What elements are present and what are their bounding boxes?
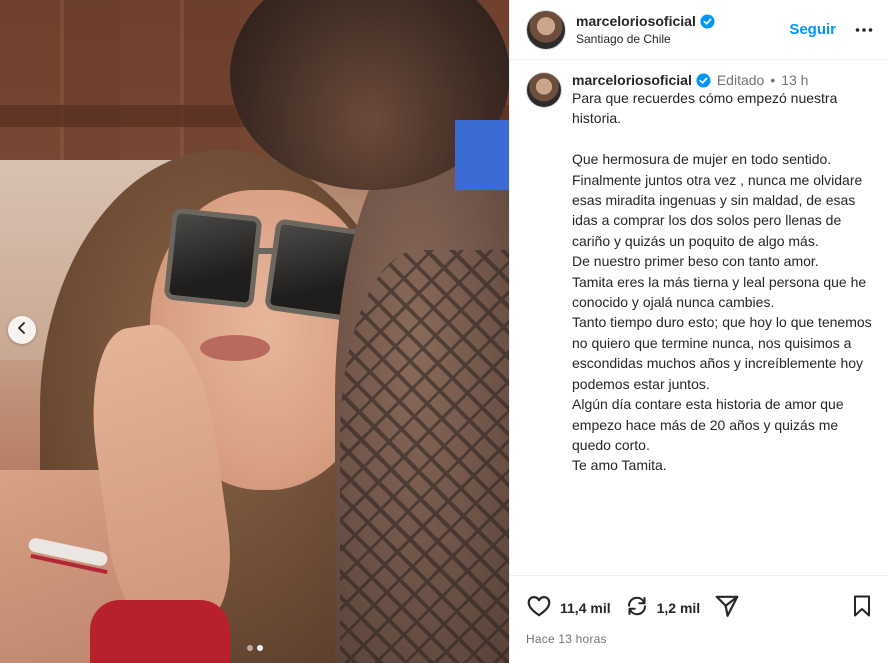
repost-count[interactable]: 1,2 mil	[657, 600, 701, 616]
bookmark-icon	[850, 594, 874, 623]
save-button[interactable]	[850, 594, 874, 623]
instagram-post: marceloriosoficial Santiago de Chile Seg…	[0, 0, 888, 663]
chevron-left-icon	[16, 321, 28, 339]
meta-separator: •	[770, 72, 776, 88]
photo-tattoo	[340, 250, 509, 663]
like-count[interactable]: 11,4 mil	[560, 600, 611, 616]
carousel-dot	[247, 645, 253, 651]
follow-button[interactable]: Seguir	[789, 21, 836, 38]
caption-avatar[interactable]	[526, 72, 562, 108]
heart-icon	[526, 593, 552, 624]
avatar[interactable]	[526, 9, 566, 50]
photo-blue-shirt	[455, 120, 509, 190]
username-link[interactable]: marceloriosoficial	[576, 13, 696, 29]
repost-button[interactable]: 1,2 mil	[625, 594, 701, 623]
photo-lips	[200, 335, 270, 361]
post-time[interactable]: 13 h	[781, 72, 808, 88]
caption-section: marceloriosoficial Editado • 13 h Para q…	[510, 60, 888, 575]
photo-lens-left	[163, 207, 263, 309]
caption-username-link[interactable]: marceloriosoficial	[572, 72, 692, 88]
post-sidebar: marceloriosoficial Santiago de Chile Seg…	[509, 0, 888, 663]
actions-section: 11,4 mil 1,2 mil Hace 13 horas	[510, 575, 888, 663]
verified-badge-icon	[700, 13, 715, 29]
post-photo[interactable]	[0, 0, 509, 663]
photo-red-top	[90, 600, 230, 663]
share-button[interactable]	[714, 593, 740, 624]
more-options-icon[interactable]	[854, 20, 874, 40]
verified-badge-icon	[696, 72, 711, 88]
carousel-dot-active	[257, 645, 263, 651]
post-header: marceloriosoficial Santiago de Chile Seg…	[510, 0, 888, 60]
action-bar: 11,4 mil 1,2 mil	[526, 584, 874, 632]
caption-text: Para que recuerdes cómo empezó nuestra h…	[572, 90, 872, 474]
caption-body: marceloriosoficial Editado • 13 h Para q…	[572, 72, 874, 476]
previous-photo-button[interactable]	[8, 316, 36, 344]
header-info: marceloriosoficial Santiago de Chile	[576, 13, 789, 46]
send-icon	[714, 593, 740, 624]
edited-label: Editado	[716, 72, 765, 88]
location-link[interactable]: Santiago de Chile	[576, 32, 789, 46]
repost-icon	[625, 594, 649, 623]
carousel-indicator	[247, 645, 263, 651]
posted-ago[interactable]: Hace 13 horas	[526, 632, 874, 646]
photo-sunglasses	[163, 207, 366, 322]
like-button[interactable]: 11,4 mil	[526, 593, 611, 624]
